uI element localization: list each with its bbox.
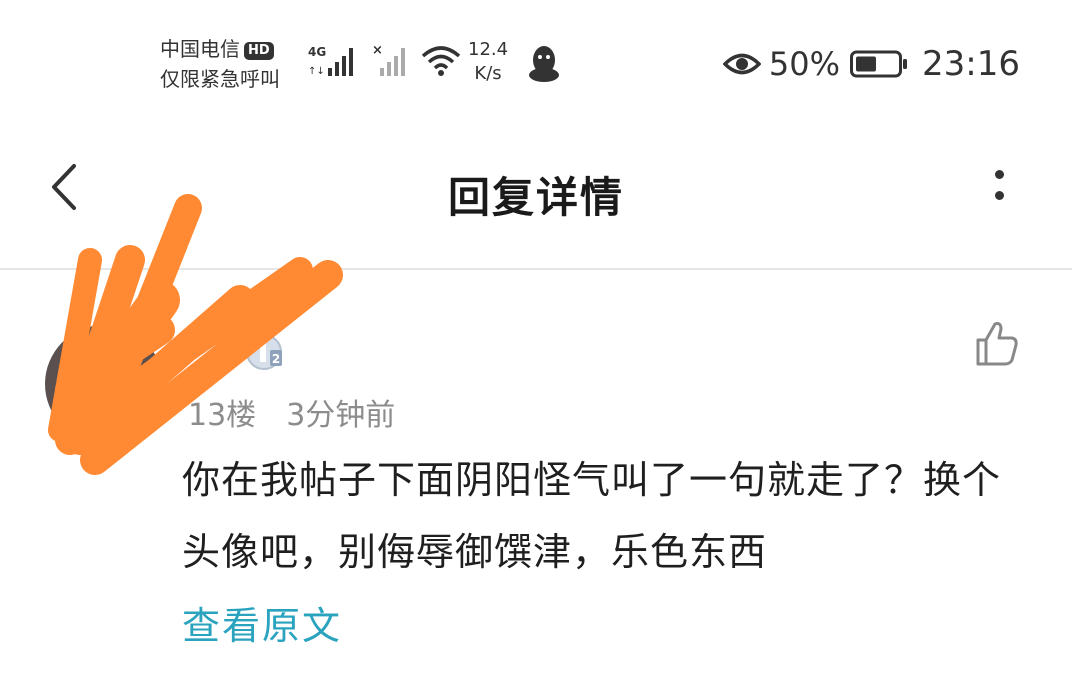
- reply-time: 3分钟前: [286, 398, 396, 433]
- svg-text:×: ×: [372, 43, 383, 58]
- more-options-button[interactable]: [982, 166, 1016, 210]
- carrier-status: 仅限紧急呼叫: [160, 67, 280, 91]
- title-bar: 回复详情: [0, 130, 1072, 240]
- reply-meta: 13楼 3分钟前: [188, 390, 395, 434]
- thumbs-up-icon: [976, 322, 1018, 366]
- no-signal-icon: ×: [372, 43, 405, 76]
- speed-value: 12.4: [468, 39, 509, 60]
- floor-number: 13楼: [188, 398, 257, 433]
- more-dot-icon: [994, 170, 1004, 179]
- like-button[interactable]: [970, 318, 1022, 370]
- battery-icon: [850, 50, 908, 78]
- level-number: 2: [272, 352, 280, 366]
- wifi-icon: [421, 46, 461, 76]
- reply-content: 你在我帖子下面阴阳怪气叫了一句就走了？换个头像吧，别侮辱御馔津，乐色东西: [182, 458, 1002, 574]
- page-title: 回复详情: [447, 173, 624, 222]
- speed-unit: K/s: [474, 63, 502, 84]
- more-dot-icon: [994, 191, 1004, 200]
- signal-icon: 4G ↑↓: [308, 45, 353, 77]
- level-badge-icon: 2: [246, 334, 282, 370]
- qq-icon: [529, 46, 559, 82]
- carrier-name: 中国电信: [160, 37, 240, 61]
- carrier-info: 中国电信 HD 仅限紧急呼叫: [160, 34, 280, 94]
- hd-badge: HD: [244, 42, 274, 60]
- right-status: 50% 23:16: [722, 44, 1020, 84]
- eye-icon: [722, 53, 761, 75]
- network-speed: 12.4 K/s: [468, 38, 508, 86]
- status-bar: 中国电信 HD 仅限紧急呼叫 4G ↑↓ × 12.4 K/s 50% 23:1…: [0, 0, 1072, 110]
- view-original-link[interactable]: 查看原文: [182, 595, 342, 650]
- reply-detail-screen: 中国电信 HD 仅限紧急呼叫 4G ↑↓ × 12.4 K/s 50% 23:1…: [0, 0, 1072, 687]
- avatar[interactable]: [45, 325, 163, 443]
- clock: 23:16: [922, 44, 1020, 84]
- svg-text:↑↓: ↑↓: [308, 66, 325, 77]
- divider: [0, 268, 1072, 270]
- network-type: 4G: [308, 45, 326, 59]
- battery-percent: 50%: [768, 45, 841, 83]
